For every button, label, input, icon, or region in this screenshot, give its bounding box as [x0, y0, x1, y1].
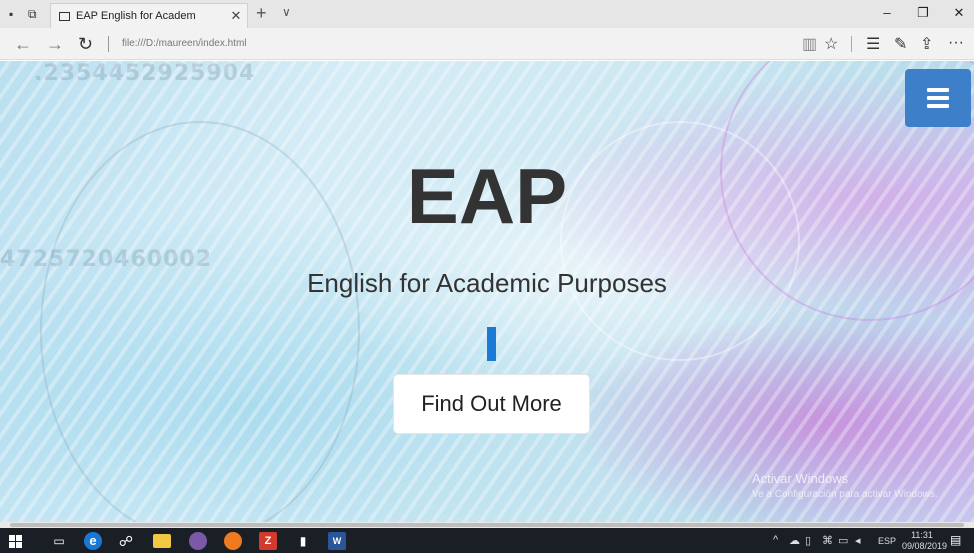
cloud-icon[interactable]: ☁	[789, 534, 800, 547]
browser-address-bar: ← → ↻ file:///D:/maureen/index.html ▥ ☆ …	[0, 28, 974, 60]
show-hidden-icons-chevron-up-icon[interactable]: ^	[773, 534, 778, 546]
toolbar-divider	[851, 36, 852, 52]
windows-taskbar: ▭ e ☍ Z ▮ W ^ ☁ ▯ ⌘ ▭ ◂ ESP 11:31 09/08/…	[0, 528, 974, 553]
tab-menu-chevron-down-icon[interactable]: ∨	[282, 5, 291, 19]
people-icon[interactable]: ☍	[117, 532, 135, 550]
clock[interactable]: 11:31 09/08/2019	[902, 530, 948, 552]
file-explorer-icon[interactable]	[153, 534, 171, 548]
app-icon[interactable]	[189, 532, 207, 550]
hero-section: EAP English for Academic Purposes Find O…	[0, 61, 974, 523]
new-tab-button[interactable]: +	[256, 3, 267, 24]
minimize-button[interactable]: –	[872, 5, 902, 20]
restore-button[interactable]: ❐	[908, 5, 938, 21]
hamburger-menu-button[interactable]	[905, 69, 971, 127]
word-icon[interactable]: W	[328, 532, 346, 550]
volume-icon[interactable]: ◂	[855, 534, 861, 547]
clock-time: 11:31	[911, 530, 933, 540]
find-out-more-button[interactable]: Find Out More	[393, 374, 590, 434]
edge-browser-icon[interactable]: e	[84, 532, 102, 550]
hamburger-bar	[927, 104, 949, 108]
refresh-icon[interactable]: ↻	[78, 34, 93, 55]
language-indicator[interactable]: ESP	[878, 536, 896, 546]
display-icon[interactable]: ▭	[838, 534, 848, 547]
browser-tab[interactable]: EAP English for Academ ✕	[50, 3, 248, 28]
browser-title-bar: ▪ ⧉ EAP English for Academ ✕ + ∨ – ❐ ✕	[0, 0, 974, 28]
battery-icon[interactable]: ▯	[805, 534, 811, 547]
favorite-star-icon[interactable]: ☆	[824, 34, 838, 54]
tab-preview-icon[interactable]: ⧉	[28, 7, 37, 21]
tab-title: EAP English for Academ	[76, 10, 196, 22]
activation-watermark-text: Ve a Configuración para activar Windows.	[752, 489, 938, 500]
address-divider	[108, 36, 109, 52]
page-hero-background: .2354452925904 4725720460002 EAP English…	[0, 61, 974, 523]
notepad-icon[interactable]: ▮	[294, 532, 312, 550]
scrollbar-thumb[interactable]	[10, 523, 964, 527]
clock-date: 09/08/2019	[902, 541, 948, 551]
window-menu-icon[interactable]: ▪	[9, 7, 13, 21]
share-icon[interactable]: ⇪	[920, 34, 933, 54]
reading-view-icon[interactable]: ▥	[802, 34, 817, 54]
close-window-button[interactable]: ✕	[944, 5, 974, 21]
page-icon	[59, 11, 70, 21]
page-subtitle: English for Academic Purposes	[307, 268, 667, 298]
url-input[interactable]: file:///D:/maureen/index.html	[122, 38, 247, 49]
back-arrow-icon[interactable]: ←	[14, 34, 32, 55]
web-notes-icon[interactable]: ✎	[894, 34, 907, 54]
page-title: EAP	[406, 152, 568, 240]
tab-close-icon[interactable]: ✕	[225, 8, 247, 24]
activation-watermark-title: Activar Windows	[752, 471, 849, 486]
firefox-icon[interactable]	[224, 532, 242, 550]
action-center-icon[interactable]: ▤	[950, 533, 966, 548]
hub-icon[interactable]: ☰	[866, 34, 880, 54]
hamburger-bar	[927, 88, 949, 92]
forward-arrow-icon[interactable]: →	[46, 34, 64, 55]
compression-app-icon[interactable]: Z	[259, 532, 277, 550]
more-options-icon[interactable]: ···	[948, 34, 964, 52]
hamburger-bar	[927, 96, 949, 100]
task-view-icon[interactable]: ▭	[50, 532, 68, 550]
accent-divider	[487, 327, 496, 361]
start-windows-icon[interactable]	[6, 532, 24, 550]
network-icon[interactable]: ⌘	[822, 534, 833, 547]
